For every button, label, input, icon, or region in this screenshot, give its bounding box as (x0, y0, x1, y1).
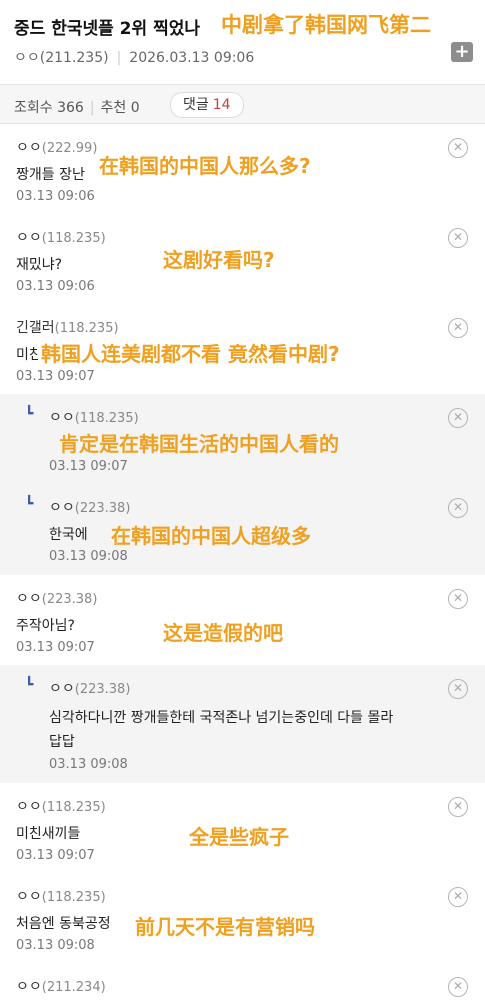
recommend-count: 추천 0 (100, 100, 140, 116)
close-circle-icon[interactable]: ✕ (448, 589, 468, 609)
stats-divider-1: | (89, 100, 95, 116)
comments-label: 댓글 (183, 97, 209, 113)
translation-overlay: 前几天不是有营销吗 (132, 911, 318, 940)
comment-text: 미친새끼들 (16, 826, 81, 842)
comment-date: 03.13 09:06 (16, 189, 95, 204)
post-date: 2026.03.13 09:06 (129, 50, 255, 66)
comment-item: ㅇㅇ(222.99) 짱개들 장난 在韩国的中国人那么多? 03.13 09:0… (0, 124, 485, 215)
comment-date: 03.13 09:08 (49, 549, 128, 564)
comment-text-line2: 답답 (49, 734, 75, 750)
comment-date: 03.13 09:08 (16, 938, 95, 953)
comment-author-ip: (223.38) (41, 592, 98, 607)
views-count: 조회수 366 (14, 100, 84, 116)
comment-text: 재밌냐? (16, 257, 63, 273)
close-circle-icon[interactable]: ✕ (448, 408, 468, 428)
comment-text: 심각하다니깐 짱개들한테 국적존나 넘기는중인데 다들 몰라 (49, 710, 394, 726)
comment-author-name: ㅇㅇ (49, 410, 75, 426)
comment-author[interactable]: ㅇㅇ(211.234) (16, 976, 106, 996)
post-title-text: 중드 한국넷플 2위 찍었나 (14, 19, 200, 39)
comment-author-name: 긴갤러 (16, 320, 55, 336)
translation-overlay: 这是造假的吧 (160, 617, 286, 646)
comment-author-name: ㅇㅇ (49, 681, 75, 697)
translation-overlay: 全是些疯子 (186, 821, 292, 850)
post-header: 중드 한국넷플 2위 찍었나 中剧拿了韩国网飞第二 ㅇㅇ(211.235) | 20… (0, 0, 485, 84)
reply-item: ┗ ㅇㅇ(223.38) 심각하다니깐 짱개들한테 국적존나 넘기는중인데 다들… (0, 665, 485, 784)
close-circle-icon[interactable]: ✕ (448, 228, 468, 248)
comment-author-ip: (118.235) (41, 890, 106, 905)
stats-bar: 조회수 366 | 추천 0 댓글 14 (0, 85, 485, 123)
comment-author-ip: (223.38) (74, 501, 131, 516)
comment-author-ip: (118.235) (41, 800, 106, 815)
comment-date: 03.13 09:07 (49, 459, 128, 474)
translation-overlay: 这剧好看吗? (160, 244, 278, 273)
comment-author-ip: (118.235) (41, 231, 106, 246)
meta-divider: | (116, 50, 122, 66)
comment-item: ㅇㅇ(118.235) 미친새끼들 全是些疯子 03.13 09:07 ✕ (0, 783, 485, 874)
post-meta: ㅇㅇ(211.235) | 2026.03.13 09:06 (14, 47, 254, 67)
close-circle-icon[interactable]: ✕ (448, 887, 468, 907)
comment-author[interactable]: ㅇㅇ(223.38) (16, 588, 97, 608)
comment-item: ㅇㅇ(118.235) 처음엔 동북공정 前几天不是有营销吗 03.13 09:… (0, 873, 485, 964)
comment-author-name: ㅇㅇ (49, 500, 75, 516)
comment-text: 한국에 (49, 527, 88, 543)
close-circle-icon[interactable]: ✕ (448, 498, 468, 518)
comment-author-name: ㅇㅇ (16, 799, 42, 815)
translation-overlay: 肯定是在韩国生活的中国人看的 (56, 428, 342, 457)
reply-arrow-icon: ┗ (25, 406, 34, 422)
comment-author-name: ㅇㅇ (16, 140, 42, 156)
close-circle-icon[interactable]: ✕ (448, 679, 468, 699)
comment-date: 03.13 09:06 (16, 279, 95, 294)
comment-author[interactable]: 긴갤러(118.235) (16, 317, 119, 337)
comment-author[interactable]: ㅇㅇ(223.38) (49, 497, 130, 517)
comment-text: 주작아님? (16, 618, 75, 634)
comment-author[interactable]: ㅇㅇ(118.235) (16, 796, 106, 816)
comment-author[interactable]: ㅇㅇ(118.235) (16, 886, 106, 906)
comment-author-name: ㅇㅇ (16, 979, 42, 995)
comment-author-ip: (223.38) (74, 682, 131, 697)
comment-author[interactable]: ㅇㅇ(223.38) (49, 678, 130, 698)
comment-author[interactable]: ㅇㅇ(118.235) (16, 227, 106, 247)
comment-date: 03.13 09:07 (16, 640, 95, 655)
comment-text: 짱개들 장난 (16, 167, 85, 183)
comment-author-ip: (222.99) (41, 141, 98, 156)
reply-arrow-icon: ┗ (25, 496, 34, 512)
close-circle-icon[interactable]: ✕ (448, 138, 468, 158)
comment-date: 03.13 09:07 (16, 369, 95, 384)
translation-overlay: 在韩国的中国人那么多? (96, 150, 314, 179)
views-stat: 조회수 366 | 추천 0 (14, 97, 140, 117)
reply-item: ┗ ㅇㅇ(118.235) 肯定是在韩国生活的中国人看的 03.13 09:07… (0, 394, 485, 485)
post-title: 중드 한국넷플 2위 찍었나 (14, 14, 200, 39)
comment-text: 처음엔 동북공정 (16, 916, 111, 932)
comments-count: 14 (212, 97, 231, 113)
comment-date: 03.13 09:07 (16, 848, 95, 863)
close-circle-icon[interactable]: ✕ (448, 797, 468, 817)
comment-item: ㅇㅇ(223.38) 주작아님? 这是造假的吧 03.13 09:07 ✕ (0, 575, 485, 666)
plus-icon[interactable]: + (451, 42, 473, 62)
comment-author-ip: (118.235) (54, 321, 119, 336)
comment-item: 긴갤러(118.235) 미친 韩国人连美剧都不看 竟然看中剧? 03.13 0… (0, 304, 485, 395)
comments-count-button[interactable]: 댓글 14 (170, 92, 244, 118)
translation-overlay: 在韩国的中国人超级多 (108, 520, 314, 549)
reply-arrow-icon: ┗ (25, 677, 34, 693)
comment-author[interactable]: ㅇㅇ(222.99) (16, 137, 97, 157)
comment-author-name: ㅇㅇ (16, 591, 42, 607)
close-circle-icon[interactable]: ✕ (448, 977, 468, 997)
comment-item: ㅇㅇ(211.234) ✕ (0, 963, 485, 1000)
comment-author-ip: (211.234) (41, 980, 106, 995)
post-author[interactable]: ㅇㅇ(211.235) (14, 50, 109, 66)
comment-author-name: ㅇㅇ (16, 889, 42, 905)
comment-author-ip: (118.235) (74, 411, 139, 426)
comment-item: ㅇㅇ(118.235) 재밌냐? 这剧好看吗? 03.13 09:06 ✕ (0, 214, 485, 305)
comment-date: 03.13 09:08 (49, 757, 128, 772)
reply-item: ┗ ㅇㅇ(223.38) 한국에 在韩国的中国人超级多 03.13 09:08 … (0, 484, 485, 576)
close-circle-icon[interactable]: ✕ (448, 318, 468, 338)
comment-author[interactable]: ㅇㅇ(118.235) (49, 407, 139, 427)
comment-author-name: ㅇㅇ (16, 230, 42, 246)
post-title-overlay: 中剧拿了韩国网飞第二 (218, 9, 434, 39)
translation-overlay: 韩国人连美剧都不看 竟然看中剧? (38, 338, 343, 367)
